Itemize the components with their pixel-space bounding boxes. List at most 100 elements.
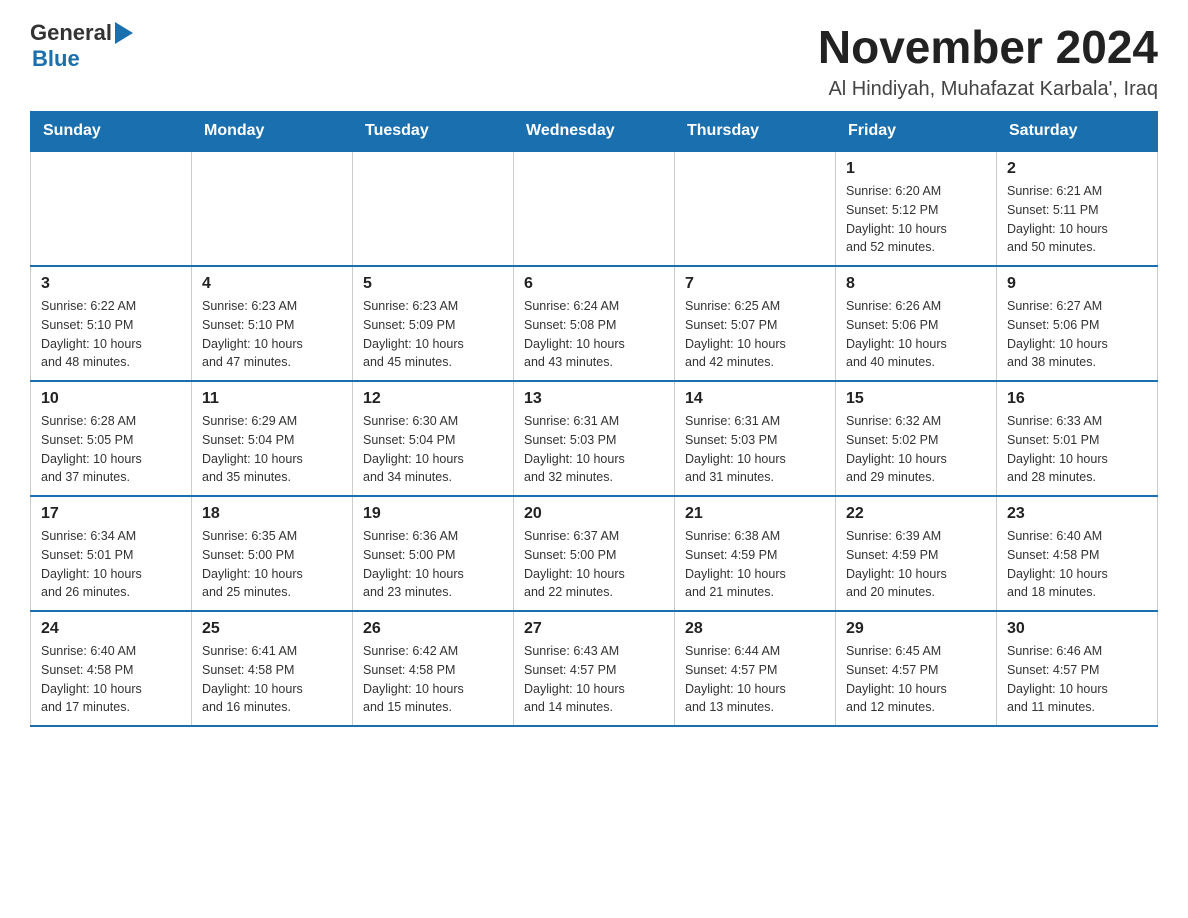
calendar-cell: 18Sunrise: 6:35 AM Sunset: 5:00 PM Dayli… — [192, 496, 353, 611]
calendar-cell: 2 Sunrise: 6:21 AM Sunset: 5:11 PM Daylig… — [997, 151, 1158, 266]
calendar-cell — [675, 151, 836, 266]
day-number: 24 — [41, 620, 181, 638]
calendar-cell: 15 Sunrise: 6:32 AM Sunset: 5:02 PM Dayli… — [836, 381, 997, 496]
calendar-day-header: Wednesday — [514, 112, 675, 152]
day-number: 27 — [524, 620, 664, 638]
calendar-cell: 24 Sunrise: 6:40 AM Sunset: 4:58 PM Dayli… — [31, 611, 192, 726]
calendar-week-row: 10 Sunrise: 6:28 AM Sunset: 5:05 PM Dayli… — [31, 381, 1158, 496]
day-number: 17 — [41, 505, 181, 523]
calendar-cell: 9 Sunrise: 6:27 AM Sunset: 5:06 PM Daylig… — [997, 266, 1158, 381]
day-number: 11 — [202, 390, 342, 408]
day-info: Sunrise: 6:23 AM Sunset: 5:10 PM Dayligh… — [202, 297, 342, 372]
calendar-cell: 13 Sunrise: 6:31 AM Sunset: 5:03 PM Dayli… — [514, 381, 675, 496]
calendar-cell: 4 Sunrise: 6:23 AM Sunset: 5:10 PM Daylig… — [192, 266, 353, 381]
day-info: Sunrise: 6:36 AM Sunset: 5:00 PM Dayligh… — [363, 527, 503, 602]
day-info: Sunrise: 6:20 AM Sunset: 5:12 PM Dayligh… — [846, 182, 986, 257]
calendar-cell: 14 Sunrise: 6:31 AM Sunset: 5:03 PM Dayli… — [675, 381, 836, 496]
calendar-table: SundayMondayTuesdayWednesdayThursdayFrid… — [30, 111, 1158, 727]
day-info: Sunrise: 6:41 AM Sunset: 4:58 PM Dayligh… — [202, 642, 342, 717]
day-info: Sunrise: 6:29 AM Sunset: 5:04 PM Dayligh… — [202, 412, 342, 487]
day-info: Sunrise: 6:44 AM Sunset: 4:57 PM Dayligh… — [685, 642, 825, 717]
day-info: Sunrise: 6:27 AM Sunset: 5:06 PM Dayligh… — [1007, 297, 1147, 372]
day-info: Sunrise: 6:32 AM Sunset: 5:02 PM Dayligh… — [846, 412, 986, 487]
calendar-cell: 11 Sunrise: 6:29 AM Sunset: 5:04 PM Dayli… — [192, 381, 353, 496]
calendar-cell: 28 Sunrise: 6:44 AM Sunset: 4:57 PM Dayli… — [675, 611, 836, 726]
calendar-day-header: Thursday — [675, 112, 836, 152]
main-title: November 2024 — [818, 20, 1158, 74]
calendar-header-row: SundayMondayTuesdayWednesdayThursdayFrid… — [31, 112, 1158, 152]
calendar-cell: 23 Sunrise: 6:40 AM Sunset: 4:58 PM Dayli… — [997, 496, 1158, 611]
day-number: 8 — [846, 275, 986, 293]
day-number: 10 — [41, 390, 181, 408]
calendar-cell: 25 Sunrise: 6:41 AM Sunset: 4:58 PM Dayli… — [192, 611, 353, 726]
calendar-cell: 8Sunrise: 6:26 AM Sunset: 5:06 PM Daylig… — [836, 266, 997, 381]
calendar-cell — [192, 151, 353, 266]
day-number: 26 — [363, 620, 503, 638]
day-info: Sunrise: 6:46 AM Sunset: 4:57 PM Dayligh… — [1007, 642, 1147, 717]
calendar-week-row: 24 Sunrise: 6:40 AM Sunset: 4:58 PM Dayli… — [31, 611, 1158, 726]
calendar-day-header: Friday — [836, 112, 997, 152]
day-number: 14 — [685, 390, 825, 408]
subtitle: Al Hindiyah, Muhafazat Karbala', Iraq — [818, 78, 1158, 101]
calendar-cell: 12 Sunrise: 6:30 AM Sunset: 5:04 PM Dayli… — [353, 381, 514, 496]
day-info: Sunrise: 6:22 AM Sunset: 5:10 PM Dayligh… — [41, 297, 181, 372]
calendar-cell: 10 Sunrise: 6:28 AM Sunset: 5:05 PM Dayli… — [31, 381, 192, 496]
page-header: General Blue November 2024 Al Hindiyah, … — [30, 20, 1158, 101]
day-number: 15 — [846, 390, 986, 408]
day-info: Sunrise: 6:37 AM Sunset: 5:00 PM Dayligh… — [524, 527, 664, 602]
calendar-cell: 26 Sunrise: 6:42 AM Sunset: 4:58 PM Dayli… — [353, 611, 514, 726]
day-info: Sunrise: 6:34 AM Sunset: 5:01 PM Dayligh… — [41, 527, 181, 602]
day-info: Sunrise: 6:23 AM Sunset: 5:09 PM Dayligh… — [363, 297, 503, 372]
day-info: Sunrise: 6:45 AM Sunset: 4:57 PM Dayligh… — [846, 642, 986, 717]
day-info: Sunrise: 6:30 AM Sunset: 5:04 PM Dayligh… — [363, 412, 503, 487]
day-info: Sunrise: 6:21 AM Sunset: 5:11 PM Dayligh… — [1007, 182, 1147, 257]
day-info: Sunrise: 6:42 AM Sunset: 4:58 PM Dayligh… — [363, 642, 503, 717]
calendar-cell: 16Sunrise: 6:33 AM Sunset: 5:01 PM Dayli… — [997, 381, 1158, 496]
calendar-day-header: Sunday — [31, 112, 192, 152]
day-info: Sunrise: 6:25 AM Sunset: 5:07 PM Dayligh… — [685, 297, 825, 372]
day-number: 2 — [1007, 160, 1147, 178]
logo-general-text: General — [30, 20, 112, 46]
calendar-week-row: 1 Sunrise: 6:20 AM Sunset: 5:12 PM Daylig… — [31, 151, 1158, 266]
day-number: 13 — [524, 390, 664, 408]
day-info: Sunrise: 6:39 AM Sunset: 4:59 PM Dayligh… — [846, 527, 986, 602]
day-number: 4 — [202, 275, 342, 293]
calendar-cell: 30 Sunrise: 6:46 AM Sunset: 4:57 PM Dayli… — [997, 611, 1158, 726]
day-number: 6 — [524, 275, 664, 293]
logo: General Blue — [30, 20, 133, 72]
calendar-week-row: 17 Sunrise: 6:34 AM Sunset: 5:01 PM Dayli… — [31, 496, 1158, 611]
day-number: 9 — [1007, 275, 1147, 293]
day-info: Sunrise: 6:40 AM Sunset: 4:58 PM Dayligh… — [1007, 527, 1147, 602]
day-number: 1 — [846, 160, 986, 178]
day-info: Sunrise: 6:40 AM Sunset: 4:58 PM Dayligh… — [41, 642, 181, 717]
calendar-cell: 27Sunrise: 6:43 AM Sunset: 4:57 PM Dayli… — [514, 611, 675, 726]
calendar-cell: 7Sunrise: 6:25 AM Sunset: 5:07 PM Daylig… — [675, 266, 836, 381]
day-number: 23 — [1007, 505, 1147, 523]
day-number: 30 — [1007, 620, 1147, 638]
calendar-cell: 3Sunrise: 6:22 AM Sunset: 5:10 PM Daylig… — [31, 266, 192, 381]
day-number: 25 — [202, 620, 342, 638]
title-section: November 2024 Al Hindiyah, Muhafazat Kar… — [818, 20, 1158, 101]
day-info: Sunrise: 6:31 AM Sunset: 5:03 PM Dayligh… — [524, 412, 664, 487]
day-number: 18 — [202, 505, 342, 523]
day-info: Sunrise: 6:31 AM Sunset: 5:03 PM Dayligh… — [685, 412, 825, 487]
day-number: 16 — [1007, 390, 1147, 408]
calendar-cell: 29Sunrise: 6:45 AM Sunset: 4:57 PM Dayli… — [836, 611, 997, 726]
calendar-cell: 17 Sunrise: 6:34 AM Sunset: 5:01 PM Dayli… — [31, 496, 192, 611]
calendar-cell: 5 Sunrise: 6:23 AM Sunset: 5:09 PM Daylig… — [353, 266, 514, 381]
day-number: 22 — [846, 505, 986, 523]
day-info: Sunrise: 6:28 AM Sunset: 5:05 PM Dayligh… — [41, 412, 181, 487]
calendar-week-row: 3Sunrise: 6:22 AM Sunset: 5:10 PM Daylig… — [31, 266, 1158, 381]
day-number: 28 — [685, 620, 825, 638]
calendar-cell — [353, 151, 514, 266]
calendar-cell: 19 Sunrise: 6:36 AM Sunset: 5:00 PM Dayli… — [353, 496, 514, 611]
day-info: Sunrise: 6:38 AM Sunset: 4:59 PM Dayligh… — [685, 527, 825, 602]
calendar-cell: 1 Sunrise: 6:20 AM Sunset: 5:12 PM Daylig… — [836, 151, 997, 266]
day-number: 5 — [363, 275, 503, 293]
logo-triangle-icon — [115, 22, 133, 44]
calendar-cell: 21 Sunrise: 6:38 AM Sunset: 4:59 PM Dayli… — [675, 496, 836, 611]
day-number: 19 — [363, 505, 503, 523]
calendar-cell — [31, 151, 192, 266]
day-number: 21 — [685, 505, 825, 523]
day-number: 12 — [363, 390, 503, 408]
